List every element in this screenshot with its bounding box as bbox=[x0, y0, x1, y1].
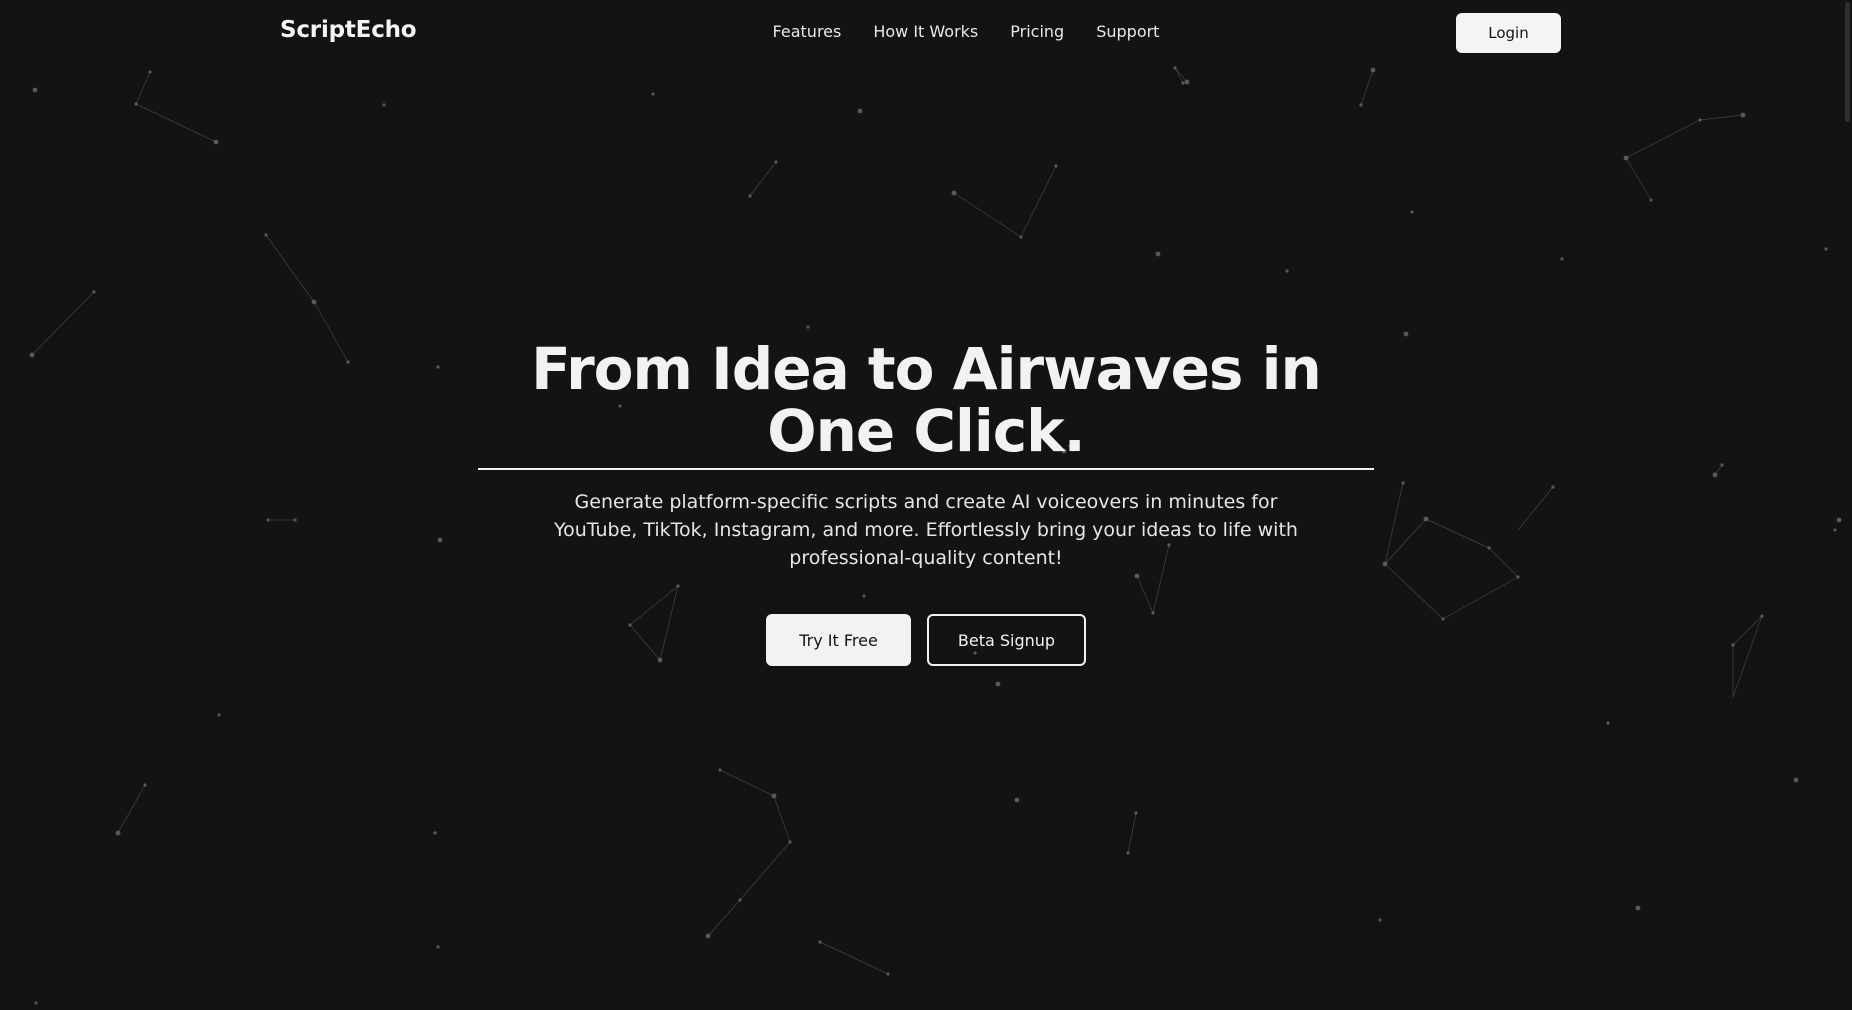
particle-dot bbox=[1126, 851, 1130, 855]
particle-link bbox=[953, 192, 1022, 238]
particle-dot bbox=[1019, 235, 1023, 239]
particle-dot bbox=[818, 940, 822, 944]
particle-dot bbox=[995, 681, 1001, 687]
particle-dot bbox=[436, 945, 440, 949]
nav-link-pricing[interactable]: Pricing bbox=[1010, 22, 1064, 41]
try-it-free-button[interactable]: Try It Free bbox=[766, 614, 911, 666]
particle-dot bbox=[1184, 79, 1190, 85]
particle-dot bbox=[1359, 103, 1363, 107]
particle-dot bbox=[748, 194, 752, 198]
particle-link bbox=[819, 941, 889, 975]
hero-subtitle: Generate platform-specific scripts and c… bbox=[554, 491, 1298, 569]
particle-dot bbox=[311, 299, 317, 305]
landing-page: ScriptEcho Features How It Works Pricing… bbox=[0, 0, 1852, 1010]
particle-dot bbox=[857, 108, 863, 114]
particle-dot bbox=[34, 1001, 38, 1005]
particle-dot bbox=[1285, 269, 1289, 273]
particle-dot bbox=[217, 713, 221, 717]
particle-dot bbox=[115, 830, 121, 836]
particle-dot bbox=[651, 92, 655, 96]
particle-link bbox=[749, 161, 777, 197]
particle-dot bbox=[886, 972, 890, 976]
login-button[interactable]: Login bbox=[1456, 13, 1561, 53]
hero-section: From Idea to Airwaves in One Click. Gene… bbox=[0, 338, 1852, 666]
particle-dot bbox=[143, 783, 147, 787]
particle-link bbox=[719, 769, 775, 797]
particle-dot bbox=[738, 898, 742, 902]
particle-dot bbox=[1560, 257, 1564, 261]
particle-dot bbox=[1824, 247, 1828, 251]
nav-link-support[interactable]: Support bbox=[1096, 22, 1159, 41]
particle-dot bbox=[806, 325, 810, 329]
particle-link bbox=[1360, 69, 1374, 106]
particle-dot bbox=[1378, 918, 1382, 922]
particle-dot bbox=[1155, 251, 1161, 257]
particle-dot bbox=[788, 840, 792, 844]
particle-dot bbox=[771, 793, 777, 799]
particle-dot bbox=[1740, 112, 1746, 118]
particle-dot bbox=[718, 768, 722, 772]
particle-dot bbox=[1698, 118, 1702, 122]
particle-dot bbox=[264, 233, 268, 237]
particle-dot bbox=[92, 290, 96, 294]
particle-dot bbox=[1623, 155, 1629, 161]
nav-link-features[interactable]: Features bbox=[773, 22, 842, 41]
particle-dot bbox=[1134, 811, 1138, 815]
particle-link bbox=[707, 899, 741, 937]
particle-dot bbox=[148, 70, 152, 74]
particle-dot bbox=[951, 190, 957, 196]
hero-divider bbox=[478, 468, 1374, 470]
particle-link bbox=[265, 234, 315, 303]
particle-dot bbox=[433, 831, 437, 835]
particle-dot bbox=[1606, 721, 1610, 725]
particle-dot bbox=[382, 103, 386, 107]
particle-link bbox=[1699, 114, 1744, 121]
beta-signup-button[interactable]: Beta Signup bbox=[927, 614, 1086, 666]
particle-dot bbox=[213, 139, 219, 145]
particle-dot bbox=[1649, 198, 1653, 202]
scrollbar-thumb[interactable] bbox=[1845, 2, 1850, 122]
cta-row: Try It Free Beta Signup bbox=[0, 614, 1852, 666]
particle-link bbox=[1625, 119, 1701, 159]
particle-dot bbox=[1181, 81, 1185, 85]
particle-link bbox=[1625, 157, 1652, 201]
particle-dot bbox=[1370, 67, 1376, 73]
particle-dot bbox=[1793, 777, 1799, 783]
site-header: ScriptEcho Features How It Works Pricing… bbox=[0, 0, 1852, 68]
particle-link bbox=[135, 71, 151, 105]
particle-dot bbox=[705, 933, 711, 939]
particle-dot bbox=[1635, 905, 1641, 911]
particle-link bbox=[739, 841, 791, 901]
particle-link bbox=[135, 103, 217, 143]
particle-dot bbox=[1403, 331, 1409, 337]
particle-link bbox=[117, 784, 146, 834]
nav-link-how-it-works[interactable]: How It Works bbox=[873, 22, 978, 41]
particle-dot bbox=[134, 102, 138, 106]
particle-dot bbox=[1054, 164, 1058, 168]
particle-link bbox=[1127, 812, 1137, 854]
particle-dot bbox=[1014, 797, 1020, 803]
particle-link bbox=[773, 795, 791, 843]
particle-dot bbox=[1410, 210, 1414, 214]
hero-title: From Idea to Airwaves in One Click. bbox=[531, 335, 1322, 465]
particle-dot bbox=[32, 87, 38, 93]
particle-link bbox=[1020, 165, 1057, 238]
particle-dot bbox=[774, 160, 778, 164]
main-nav: Features How It Works Pricing Support bbox=[0, 22, 1852, 41]
